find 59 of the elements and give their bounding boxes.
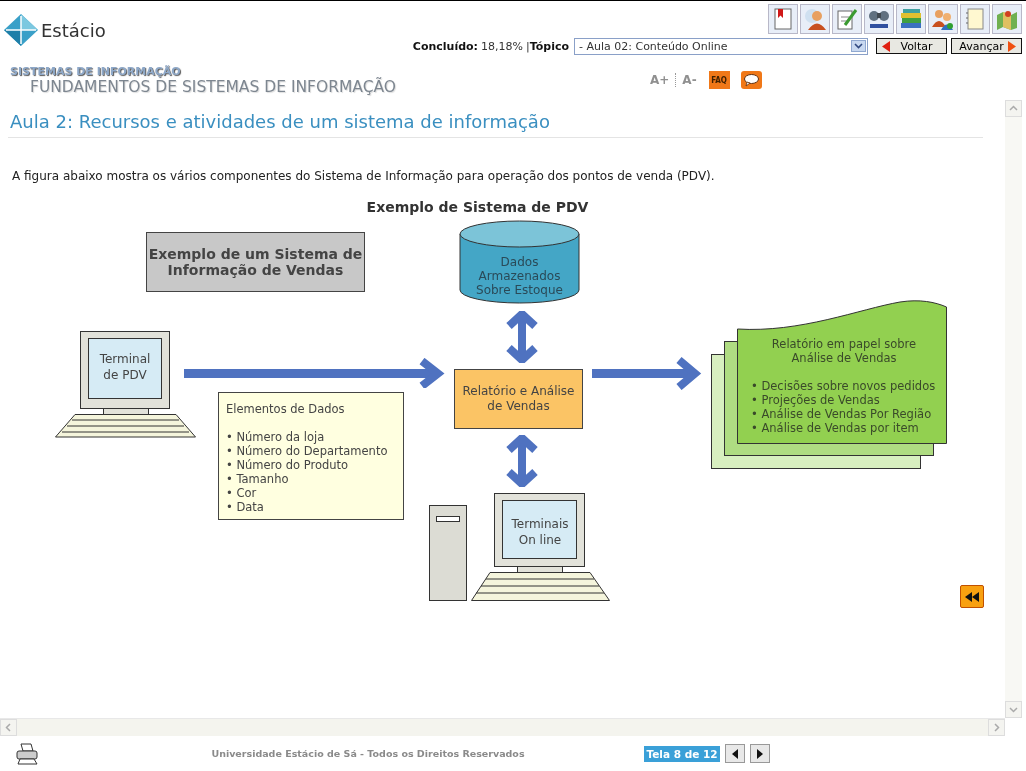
notepad-pencil-icon[interactable] bbox=[832, 4, 862, 34]
books-icon[interactable] bbox=[896, 4, 926, 34]
process-box: Relatório e Análise de Vendas bbox=[454, 369, 583, 429]
report-title: Relatório em papel sobre Análise de Vendas bbox=[770, 337, 918, 365]
discipline-title: FUNDAMENTOS DE SISTEMAS DE INFORMAÇÃO bbox=[30, 78, 397, 96]
previous-page-button[interactable] bbox=[725, 744, 745, 763]
caret-icon bbox=[851, 40, 866, 52]
lesson-title: Aula 2: Recursos e atividades de um sistema de informação bbox=[10, 110, 551, 134]
database-label: Dados Armazenados Sobre Estoque bbox=[475, 255, 564, 297]
right-triangle-icon bbox=[1007, 40, 1017, 52]
back-button[interactable]: Voltar bbox=[876, 38, 947, 54]
next-page-button[interactable] bbox=[750, 744, 770, 763]
data-element-item: • Tamanho bbox=[226, 472, 290, 486]
online-terminals-label: Terminais On line bbox=[510, 516, 570, 548]
data-element-item: • Data bbox=[226, 500, 265, 514]
horizontal-scrollbar[interactable] bbox=[0, 718, 1005, 736]
terminal-label: Terminal de PDV bbox=[98, 351, 152, 383]
progress-label: Concluído: bbox=[412, 39, 478, 53]
users-icon[interactable] bbox=[928, 4, 958, 34]
vertical-scrollbar[interactable] bbox=[1005, 100, 1022, 718]
speech-bubble-icon[interactable] bbox=[740, 71, 762, 89]
topic-select[interactable]: - Aula 02: Conteúdo Online bbox=[574, 37, 868, 55]
left-triangle-icon bbox=[881, 40, 891, 52]
data-element-item: • Número do Departamento bbox=[226, 444, 389, 458]
scroll-right-icon[interactable] bbox=[988, 719, 1005, 736]
caption-box: Exemplo de um Sistema de Informação de Vendas bbox=[146, 232, 365, 292]
next-button[interactable]: Avançar bbox=[951, 38, 1022, 54]
binoculars-icon[interactable] bbox=[864, 4, 894, 34]
page-indicator: Tela 8 de 12 bbox=[644, 745, 720, 762]
data-element-item: • Número do Produto bbox=[226, 458, 350, 472]
data-element-item: • Cor bbox=[226, 486, 258, 500]
map-icon[interactable] bbox=[992, 4, 1022, 34]
right-triangle-icon bbox=[756, 748, 764, 759]
user-icon[interactable] bbox=[800, 4, 830, 34]
scroll-up-icon[interactable] bbox=[1005, 100, 1022, 117]
data-elements-title: Elementos de Dados bbox=[226, 402, 346, 416]
scroll-left-icon[interactable] bbox=[0, 719, 17, 736]
bookmark-page-icon[interactable] bbox=[768, 4, 798, 34]
rewind-icon bbox=[965, 591, 979, 602]
progress-value: 18,18% bbox=[481, 39, 523, 53]
logo-text: Estácio bbox=[41, 19, 106, 41]
double-arrow bbox=[505, 311, 539, 363]
intro-text: A figura abaixo mostra os vários componentes do Sistema de Informação para operação dos pontos de venda (PDV). bbox=[12, 168, 716, 184]
logo-icon bbox=[4, 14, 38, 46]
report-item: • Projeções de Vendas bbox=[750, 393, 881, 407]
printer-icon[interactable] bbox=[15, 742, 41, 765]
report-item: • Análise de Vendas por item bbox=[750, 421, 920, 435]
report-item: • Decisões sobre novos pedidos bbox=[750, 379, 937, 393]
faq-button[interactable]: FAQ bbox=[708, 71, 730, 89]
copyright-text: Universidade Estácio de Sá - Todos os Direitos Reservados bbox=[210, 746, 526, 761]
left-triangle-icon bbox=[731, 748, 739, 759]
report-item: • Análise de Vendas Por Região bbox=[750, 407, 933, 421]
data-element-item: • Número da loja bbox=[226, 430, 326, 444]
separator: | bbox=[525, 39, 530, 53]
course-area: SISTEMAS DE INFORMAÇÃO bbox=[10, 65, 650, 78]
diagram-title: Exemplo de Sistema de PDV bbox=[365, 199, 590, 215]
scroll-down-icon[interactable] bbox=[1005, 701, 1022, 718]
double-arrow bbox=[505, 435, 539, 487]
rewind-button[interactable] bbox=[960, 585, 984, 608]
